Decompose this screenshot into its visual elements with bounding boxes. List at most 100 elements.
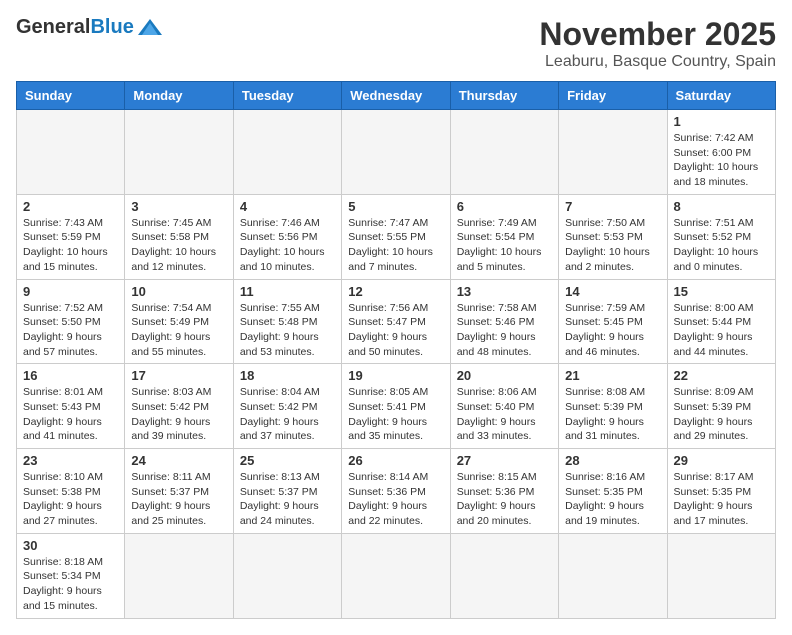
day-info: Sunrise: 7:59 AMSunset: 5:45 PMDaylight:…	[565, 301, 660, 360]
calendar-cell	[342, 533, 450, 618]
day-number: 3	[131, 199, 226, 214]
calendar-cell	[342, 110, 450, 195]
calendar-cell: 4Sunrise: 7:46 AMSunset: 5:56 PMDaylight…	[233, 194, 341, 279]
calendar-cell	[667, 533, 775, 618]
day-number: 10	[131, 284, 226, 299]
calendar-cell: 24Sunrise: 8:11 AMSunset: 5:37 PMDayligh…	[125, 449, 233, 534]
calendar-cell: 19 Sunrise: 8:05 AMSunset: 5:41 PMDayligh…	[342, 364, 450, 449]
logo-icon	[136, 17, 164, 39]
day-number: 26	[348, 453, 443, 468]
calendar-table: SundayMondayTuesdayWednesdayThursdayFrid…	[16, 81, 776, 619]
day-number: 20	[457, 368, 552, 383]
calendar-cell: 25Sunrise: 8:13 AMSunset: 5:37 PMDayligh…	[233, 449, 341, 534]
calendar-week-row: 16 Sunrise: 8:01 AMSunset: 5:43 PMDayligh…	[17, 364, 776, 449]
calendar-week-row: 1 Sunrise: 7:42 AMSunset: 6:00 PMDaylight…	[17, 110, 776, 195]
day-info: Sunrise: 7:58 AMSunset: 5:46 PMDaylight:…	[457, 301, 552, 360]
day-number: 19	[348, 368, 443, 383]
day-number: 24	[131, 453, 226, 468]
month-title: November 2025	[539, 16, 776, 53]
day-info: Sunrise: 8:00 AMSunset: 5:44 PMDaylight:…	[674, 301, 769, 360]
day-info: Sunrise: 7:45 AMSunset: 5:58 PMDaylight:…	[131, 216, 226, 275]
calendar-header-thursday: Thursday	[450, 82, 558, 110]
calendar-cell: 7 Sunrise: 7:50 AMSunset: 5:53 PMDaylight…	[559, 194, 667, 279]
day-number: 12	[348, 284, 443, 299]
calendar-cell: 26 Sunrise: 8:14 AMSunset: 5:36 PMDayligh…	[342, 449, 450, 534]
day-number: 21	[565, 368, 660, 383]
calendar-cell: 21 Sunrise: 8:08 AMSunset: 5:39 PMDayligh…	[559, 364, 667, 449]
calendar-cell	[559, 533, 667, 618]
calendar-cell: 17 Sunrise: 8:03 AMSunset: 5:42 PMDayligh…	[125, 364, 233, 449]
calendar-cell: 14 Sunrise: 7:59 AMSunset: 5:45 PMDayligh…	[559, 279, 667, 364]
day-number: 7	[565, 199, 660, 214]
day-info: Sunrise: 7:49 AMSunset: 5:54 PMDaylight:…	[457, 216, 552, 275]
calendar-cell: 12 Sunrise: 7:56 AMSunset: 5:47 PMDayligh…	[342, 279, 450, 364]
day-info: Sunrise: 7:55 AMSunset: 5:48 PMDaylight:…	[240, 301, 335, 360]
day-info: Sunrise: 7:43 AMSunset: 5:59 PMDaylight:…	[23, 216, 118, 275]
day-info: Sunrise: 8:09 AMSunset: 5:39 PMDaylight:…	[674, 385, 769, 444]
calendar-cell: 11Sunrise: 7:55 AMSunset: 5:48 PMDayligh…	[233, 279, 341, 364]
calendar-cell: 29Sunrise: 8:17 AMSunset: 5:35 PMDayligh…	[667, 449, 775, 534]
calendar-cell: 9Sunrise: 7:52 AMSunset: 5:50 PMDaylight…	[17, 279, 125, 364]
calendar-header-friday: Friday	[559, 82, 667, 110]
day-number: 4	[240, 199, 335, 214]
logo-blue-text: Blue	[90, 16, 133, 39]
calendar-cell: 22 Sunrise: 8:09 AMSunset: 5:39 PMDayligh…	[667, 364, 775, 449]
day-number: 27	[457, 453, 552, 468]
calendar-cell: 1 Sunrise: 7:42 AMSunset: 6:00 PMDaylight…	[667, 110, 775, 195]
day-info: Sunrise: 7:52 AMSunset: 5:50 PMDaylight:…	[23, 301, 118, 360]
day-info: Sunrise: 8:06 AMSunset: 5:40 PMDaylight:…	[457, 385, 552, 444]
calendar-week-row: 23 Sunrise: 8:10 AMSunset: 5:38 PMDayligh…	[17, 449, 776, 534]
day-number: 17	[131, 368, 226, 383]
calendar-cell: 10 Sunrise: 7:54 AMSunset: 5:49 PMDayligh…	[125, 279, 233, 364]
day-number: 15	[674, 284, 769, 299]
day-number: 23	[23, 453, 118, 468]
logo: General Blue	[16, 16, 164, 39]
location-title: Leaburu, Basque Country, Spain	[539, 53, 776, 71]
calendar-header-saturday: Saturday	[667, 82, 775, 110]
calendar-header-monday: Monday	[125, 82, 233, 110]
day-info: Sunrise: 8:13 AMSunset: 5:37 PMDaylight:…	[240, 470, 335, 529]
day-info: Sunrise: 8:14 AMSunset: 5:36 PMDaylight:…	[348, 470, 443, 529]
day-number: 28	[565, 453, 660, 468]
calendar-week-row: 9Sunrise: 7:52 AMSunset: 5:50 PMDaylight…	[17, 279, 776, 364]
day-number: 8	[674, 199, 769, 214]
calendar-cell: 20 Sunrise: 8:06 AMSunset: 5:40 PMDayligh…	[450, 364, 558, 449]
day-number: 1	[674, 114, 769, 129]
calendar-cell: 6Sunrise: 7:49 AMSunset: 5:54 PMDaylight…	[450, 194, 558, 279]
day-number: 5	[348, 199, 443, 214]
calendar-cell	[233, 110, 341, 195]
day-number: 14	[565, 284, 660, 299]
day-info: Sunrise: 7:47 AMSunset: 5:55 PMDaylight:…	[348, 216, 443, 275]
calendar-week-row: 30Sunrise: 8:18 AMSunset: 5:34 PMDayligh…	[17, 533, 776, 618]
calendar-cell	[17, 110, 125, 195]
calendar-cell	[450, 110, 558, 195]
day-info: Sunrise: 7:54 AMSunset: 5:49 PMDaylight:…	[131, 301, 226, 360]
page-header: General Blue November 2025 Leaburu, Basq…	[16, 16, 776, 71]
calendar-week-row: 2Sunrise: 7:43 AMSunset: 5:59 PMDaylight…	[17, 194, 776, 279]
day-info: Sunrise: 8:10 AMSunset: 5:38 PMDaylight:…	[23, 470, 118, 529]
day-info: Sunrise: 8:16 AMSunset: 5:35 PMDaylight:…	[565, 470, 660, 529]
calendar-header-row: SundayMondayTuesdayWednesdayThursdayFrid…	[17, 82, 776, 110]
calendar-header-wednesday: Wednesday	[342, 82, 450, 110]
calendar-header-tuesday: Tuesday	[233, 82, 341, 110]
day-info: Sunrise: 8:05 AMSunset: 5:41 PMDaylight:…	[348, 385, 443, 444]
calendar-cell: 23 Sunrise: 8:10 AMSunset: 5:38 PMDayligh…	[17, 449, 125, 534]
logo-general-text: General	[16, 16, 90, 39]
day-number: 22	[674, 368, 769, 383]
title-section: November 2025 Leaburu, Basque Country, S…	[539, 16, 776, 71]
day-info: Sunrise: 8:01 AMSunset: 5:43 PMDaylight:…	[23, 385, 118, 444]
day-info: Sunrise: 8:03 AMSunset: 5:42 PMDaylight:…	[131, 385, 226, 444]
day-number: 16	[23, 368, 118, 383]
day-info: Sunrise: 7:42 AMSunset: 6:00 PMDaylight:…	[674, 131, 769, 190]
day-info: Sunrise: 8:04 AMSunset: 5:42 PMDaylight:…	[240, 385, 335, 444]
day-info: Sunrise: 7:50 AMSunset: 5:53 PMDaylight:…	[565, 216, 660, 275]
calendar-cell: 30Sunrise: 8:18 AMSunset: 5:34 PMDayligh…	[17, 533, 125, 618]
day-number: 30	[23, 538, 118, 553]
day-info: Sunrise: 7:51 AMSunset: 5:52 PMDaylight:…	[674, 216, 769, 275]
calendar-cell: 2Sunrise: 7:43 AMSunset: 5:59 PMDaylight…	[17, 194, 125, 279]
calendar-cell: 18Sunrise: 8:04 AMSunset: 5:42 PMDayligh…	[233, 364, 341, 449]
day-info: Sunrise: 8:17 AMSunset: 5:35 PMDaylight:…	[674, 470, 769, 529]
day-info: Sunrise: 7:56 AMSunset: 5:47 PMDaylight:…	[348, 301, 443, 360]
day-info: Sunrise: 8:08 AMSunset: 5:39 PMDaylight:…	[565, 385, 660, 444]
calendar-cell: 28 Sunrise: 8:16 AMSunset: 5:35 PMDayligh…	[559, 449, 667, 534]
